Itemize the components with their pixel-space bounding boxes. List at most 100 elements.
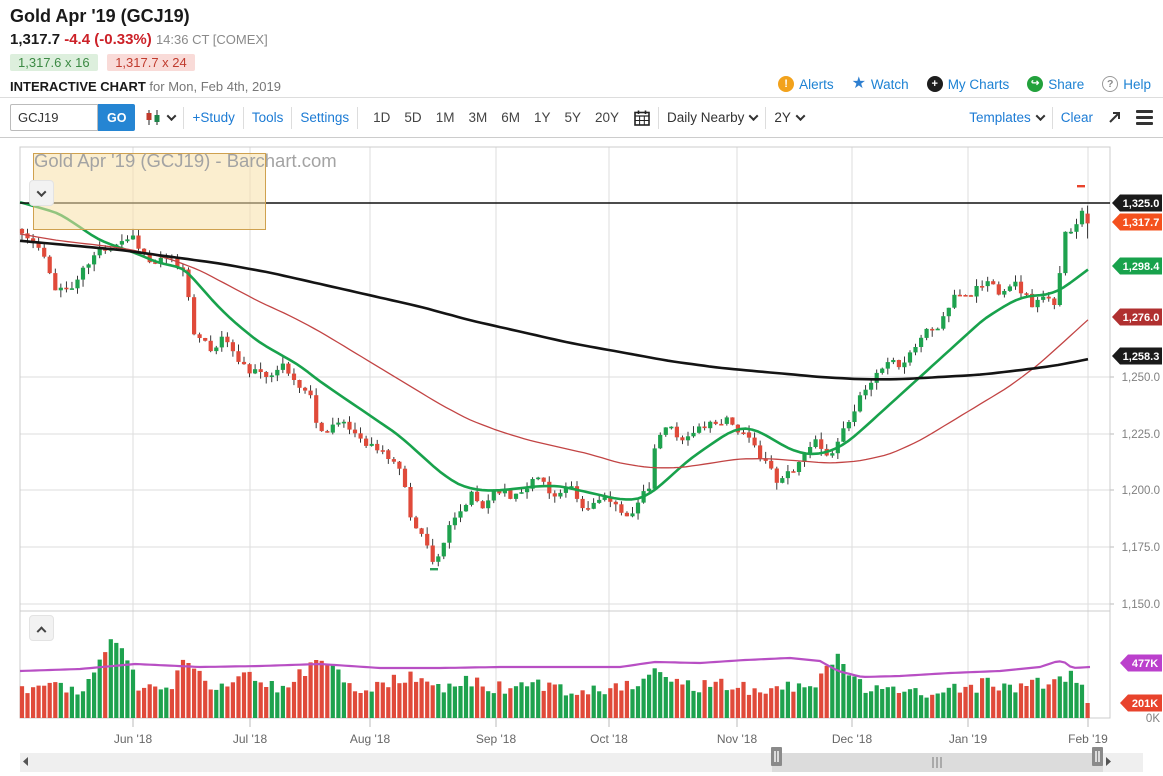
period-1y-button[interactable]: 1Y [527, 110, 558, 125]
alerts-link[interactable]: !Alerts [778, 76, 834, 92]
svg-text:1,325.0: 1,325.0 [1123, 198, 1160, 210]
axis-label: 1,225.0 [1122, 429, 1160, 441]
volume-average-line [20, 658, 1090, 677]
menu-button[interactable] [1136, 107, 1153, 128]
chevron-down-icon [749, 111, 759, 121]
price-tag: 1,298.4 [1112, 258, 1162, 275]
axis-label: Jan '19 [949, 732, 988, 746]
fullscreen-button[interactable] [1107, 110, 1122, 125]
templates-dropdown[interactable]: Templates [969, 110, 1044, 125]
section-date: for Mon, Feb 4th, 2019 [149, 79, 281, 94]
star-icon: ★ [852, 76, 866, 92]
plot-border [20, 147, 1110, 718]
go-button[interactable]: GO [98, 104, 135, 131]
add-study-button[interactable]: +Study [192, 110, 234, 125]
share-icon: ↪ [1027, 76, 1043, 92]
range-dropdown[interactable]: 2Y [774, 110, 804, 125]
svg-text:1,258.3: 1,258.3 [1123, 351, 1160, 363]
period-20y-button[interactable]: 20Y [588, 110, 626, 125]
chart-type-dropdown[interactable] [145, 109, 175, 126]
scrollbar-handle[interactable] [1092, 747, 1103, 766]
bid-ask-row: 1,317.6 x 16 1,317.7 x 24 [10, 54, 201, 71]
price-tag: 1,276.0 [1112, 309, 1162, 326]
barchart-interactive-chart-page: Gold Apr '19 (GCJ19) 1,317.7 -4.4 (-0.33… [0, 0, 1163, 776]
expand-arrow-icon [1107, 110, 1122, 125]
axis-label: 1,200.0 [1122, 485, 1160, 497]
price-tag: 477K [1120, 655, 1162, 672]
price-tag: 201K [1120, 695, 1162, 712]
frequency-value: Daily Nearby [667, 110, 744, 125]
long-ma-line [20, 241, 1088, 379]
calendar-icon [634, 110, 650, 126]
period-1d-button[interactable]: 1D [366, 110, 397, 125]
chart-watermark: Gold Apr '19 (GCJ19) - Barchart.com [34, 150, 337, 172]
axis-label: Oct '18 [590, 732, 628, 746]
chevron-down-icon [795, 111, 805, 121]
chevron-down-icon [37, 187, 47, 197]
volume-series [20, 639, 1090, 718]
axis-label: Nov '18 [717, 732, 758, 746]
chart-canvas[interactable]: 1,250.0 1,225.0 1,200.0 1,175.0 1,150.0 Jun '… [0, 146, 1163, 776]
axis-label: Dec '18 [832, 732, 873, 746]
axis-label: 0K [1146, 713, 1160, 725]
axis-label: 1,175.0 [1122, 542, 1160, 554]
axis-label: 1,150.0 [1122, 599, 1160, 611]
help-link[interactable]: ?Help [1102, 76, 1151, 92]
clear-button[interactable]: Clear [1061, 110, 1093, 125]
range-value: 2Y [774, 110, 791, 125]
section-label: INTERACTIVE CHART [10, 79, 146, 94]
period-5y-button[interactable]: 5Y [558, 110, 589, 125]
calendar-button[interactable] [634, 110, 650, 126]
period-3m-button[interactable]: 3M [461, 110, 494, 125]
period-1m-button[interactable]: 1M [429, 110, 462, 125]
my-charts-link[interactable]: +My Charts [927, 76, 1010, 92]
expand-volume-panel-button[interactable] [29, 615, 54, 641]
svg-text:1,298.4: 1,298.4 [1123, 261, 1161, 273]
price-tag: 1,325.0 [1112, 195, 1162, 212]
plus-circle-icon: + [927, 76, 943, 92]
quote-time: 14:36 CT [COMEX] [156, 32, 268, 47]
svg-text:477K: 477K [1132, 658, 1158, 670]
price-tag: 1,258.3 [1112, 348, 1162, 365]
candlestick-series [20, 206, 1090, 567]
price-tag: 1,317.7 [1112, 214, 1162, 231]
price-change: -4.4 (-0.33%) [64, 31, 152, 48]
question-icon: ? [1102, 76, 1118, 92]
watch-link[interactable]: ★Watch [852, 76, 909, 92]
chevron-down-icon [167, 111, 177, 121]
svg-text:1,276.0: 1,276.0 [1123, 312, 1160, 324]
share-link[interactable]: ↪Share [1027, 76, 1084, 92]
period-5d-button[interactable]: 5D [397, 110, 428, 125]
frequency-dropdown[interactable]: Daily Nearby [667, 110, 757, 125]
axis-label: Sep '18 [476, 732, 517, 746]
chart-area[interactable]: 1,250.0 1,225.0 1,200.0 1,175.0 1,150.0 Jun '… [0, 146, 1163, 776]
axis-label: Jun '18 [114, 732, 153, 746]
templates-label: Templates [969, 110, 1031, 125]
period-6m-button[interactable]: 6M [494, 110, 527, 125]
settings-button[interactable]: Settings [300, 110, 349, 125]
axis-label: 1,250.0 [1122, 372, 1160, 384]
symbol-input[interactable] [10, 104, 98, 131]
page-title: Gold Apr '19 (GCJ19) [10, 6, 190, 27]
short-ma-line [20, 202, 1088, 499]
chevron-up-icon [37, 626, 47, 636]
svg-text:201K: 201K [1132, 698, 1158, 710]
last-price: 1,317.7 [10, 31, 60, 48]
axis-label: Feb '19 [1068, 732, 1108, 746]
session-high-marker [1077, 185, 1085, 187]
ask-chip: 1,317.7 x 24 [107, 54, 195, 71]
collapse-price-panel-button[interactable] [29, 180, 54, 206]
bid-chip: 1,317.6 x 16 [10, 54, 98, 71]
period-buttons: 1D5D1M3M6M1Y5Y20Y [366, 110, 626, 125]
axis-label: Jul '18 [233, 732, 268, 746]
scrollbar-handle[interactable] [771, 747, 782, 766]
chart-toolbar: GO +Study Tools Settings 1D5D1M3M6M1Y5Y2… [0, 98, 1163, 138]
chevron-down-icon [1035, 111, 1045, 121]
axis-label: Aug '18 [350, 732, 391, 746]
alert-icon: ! [778, 76, 794, 92]
section-heading: INTERACTIVE CHART for Mon, Feb 4th, 2019 [10, 79, 281, 94]
quote-line: 1,317.7 -4.4 (-0.33%) 14:36 CT [COMEX] [10, 31, 268, 48]
tools-button[interactable]: Tools [252, 110, 284, 125]
session-low-marker [430, 568, 438, 570]
svg-text:1,317.7: 1,317.7 [1123, 217, 1160, 229]
